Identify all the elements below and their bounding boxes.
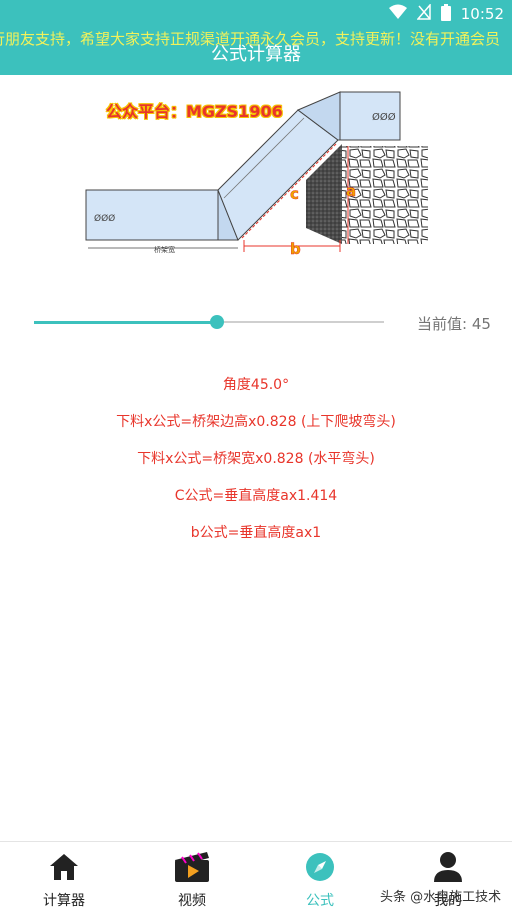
dimension-label: 桥架宽	[154, 245, 175, 254]
tray-left-label: ØØØ	[94, 213, 115, 224]
toutiao-watermark: 头条 @水电施工技术	[380, 890, 502, 905]
slider-fill	[34, 321, 217, 324]
status-time: 10:52	[460, 5, 504, 23]
no-signal-icon	[416, 2, 431, 24]
formula-b: b公式=垂直高度ax1	[190, 525, 322, 541]
nav-label-calculator: 计算器	[43, 893, 85, 909]
home-icon	[44, 850, 84, 884]
status-bar: 10:52	[388, 2, 504, 25]
angle-slider[interactable]	[34, 312, 384, 332]
page-title: 公式计算器	[211, 44, 301, 65]
tray-top-label: ØØØ	[372, 111, 396, 123]
label-a: a	[346, 182, 356, 200]
elbow-diagram: 桥架宽 ØØØ ØØØ b c a 公众平台：MGZS1906	[84, 88, 430, 260]
nav-item-formula[interactable]: 公式	[256, 842, 384, 913]
formula-c: C公式=垂直高度ax1.414	[174, 488, 338, 504]
nav-label-formula: 公式	[306, 893, 334, 909]
nav-label-video: 视频	[178, 893, 206, 909]
label-c: c	[290, 185, 299, 203]
compass-icon	[300, 850, 340, 884]
diagram-watermark: 公众平台：MGZS1906	[106, 102, 283, 121]
slider-thumb[interactable]	[210, 315, 224, 329]
nav-item-calculator[interactable]: 计算器	[0, 842, 128, 913]
nav-item-video[interactable]: 视频	[128, 842, 256, 913]
label-b: b	[290, 240, 301, 258]
current-value-label: 当前值: 45	[417, 315, 491, 333]
wifi-icon	[388, 4, 407, 24]
formula-angle: 角度45.0°	[222, 377, 290, 393]
app-header: 10:52 行朋友支持，希望大家支持正规渠道开通永久会员，支持更新！没有开通会员…	[0, 0, 512, 75]
battery-icon	[440, 3, 451, 25]
video-icon	[172, 850, 212, 884]
formula-horizontal-elbow: 下料x公式=桥架宽x0.828 (水平弯头)	[137, 451, 375, 467]
user-icon	[428, 850, 468, 884]
formula-vertical-elbow: 下料x公式=桥架边高x0.828 (上下爬坡弯头)	[116, 414, 396, 430]
